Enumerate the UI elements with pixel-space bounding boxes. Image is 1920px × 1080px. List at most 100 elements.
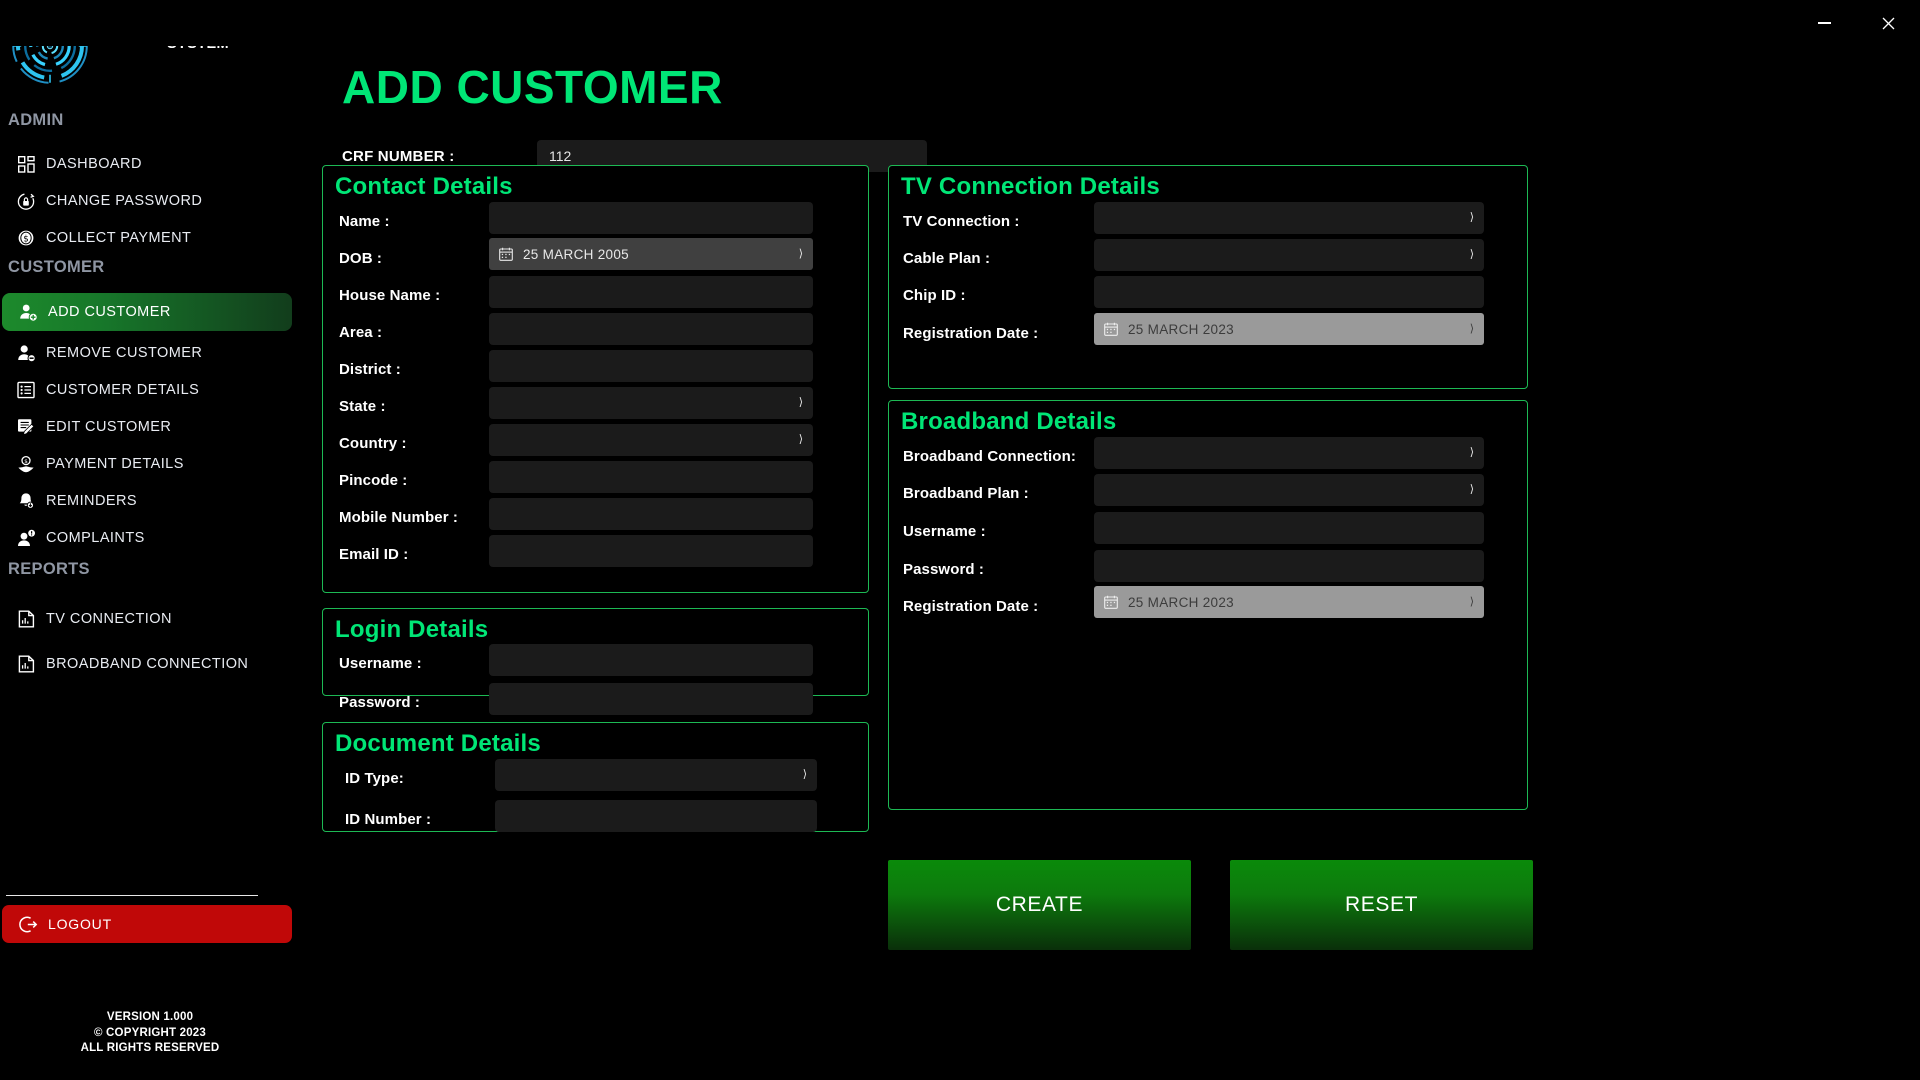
user-add-icon — [14, 303, 42, 322]
login-details-title: Login Details — [335, 616, 488, 644]
state-select-wrap: ⟩ — [489, 387, 813, 419]
sidebar-item-remove-customer[interactable]: REMOVE CUSTOMER — [0, 334, 316, 372]
report-chart-icon — [12, 655, 40, 673]
sidebar-item-customer-details[interactable]: CUSTOMER DETAILS — [0, 371, 316, 409]
logout-button[interactable]: LOGOUT — [2, 905, 292, 943]
sidebar-item-payment-details[interactable]: $ PAYMENT DETAILS — [0, 445, 316, 483]
broadband-connection-select[interactable] — [1094, 437, 1484, 469]
login-username-input[interactable] — [489, 644, 813, 676]
broadband-plan-select-wrap: ⟩ — [1094, 474, 1484, 506]
cable-plan-select[interactable] — [1094, 239, 1484, 271]
sidebar-item-label: TV CONNECTION — [46, 611, 172, 627]
sidebar-section-admin: ADMIN — [0, 111, 64, 130]
contact-details-title: Contact Details — [335, 173, 513, 201]
pincode-input[interactable] — [489, 461, 813, 493]
reset-button[interactable]: RESET — [1230, 860, 1533, 950]
id-number-label: ID Number : — [345, 811, 431, 828]
list-details-icon — [12, 381, 40, 399]
broadband-registration-date-value: 25 MARCH 2023 — [1128, 595, 1234, 610]
sidebar-section-reports: REPORTS — [0, 560, 90, 579]
broadband-plan-select[interactable] — [1094, 474, 1484, 506]
sidebar-item-reminders[interactable]: REMINDERS — [0, 482, 316, 520]
dob-datepicker[interactable]: 25 MARCH 2005 ⟩ — [489, 238, 813, 270]
minimize-button[interactable] — [1792, 0, 1856, 46]
chip-id-label: Chip ID : — [903, 287, 966, 304]
document-details-panel: Document Details ID Type: ⟩ ID Number : — [322, 722, 869, 832]
broadband-registration-datepicker[interactable]: 25 MARCH 2023 ⟩ — [1094, 586, 1484, 618]
chip-id-input[interactable] — [1094, 276, 1484, 308]
broadband-connection-label: Broadband Connection: — [903, 448, 1076, 465]
bell-icon — [12, 492, 40, 510]
email-id-label: Email ID : — [339, 546, 408, 563]
logout-label: LOGOUT — [48, 916, 112, 932]
main-content: ADD CUSTOMER CRF NUMBER : Contact Detail… — [320, 0, 1920, 1080]
sidebar-item-collect-payment[interactable]: $ COLLECT PAYMENT — [0, 219, 316, 257]
broadband-plan-label: Broadband Plan : — [903, 485, 1029, 502]
sidebar: CABLE TV MANAGEMENT SYSTEM ADMIN DASHBOA… — [0, 0, 320, 1080]
user-remove-icon — [12, 344, 40, 363]
chevron-down-icon: ⟩ — [1470, 324, 1474, 335]
broadband-username-label: Username : — [903, 523, 986, 540]
footer-rights: ALL RIGHTS RESERVED — [0, 1041, 300, 1057]
page-title: ADD CUSTOMER — [342, 60, 723, 114]
sidebar-divider — [6, 895, 258, 896]
mobile-number-input[interactable] — [489, 498, 813, 530]
tv-connection-details-title: TV Connection Details — [901, 173, 1160, 201]
area-label: Area : — [339, 324, 382, 341]
state-select[interactable] — [489, 387, 813, 419]
window-controls — [1792, 0, 1920, 46]
broadband-password-input[interactable] — [1094, 550, 1484, 582]
house-name-label: House Name : — [339, 287, 440, 304]
sidebar-item-edit-customer[interactable]: EDIT CUSTOMER — [0, 408, 316, 446]
area-input[interactable] — [489, 313, 813, 345]
tv-registration-datepicker[interactable]: 25 MARCH 2023 ⟩ — [1094, 313, 1484, 345]
broadband-details-title: Broadband Details — [901, 408, 1116, 436]
house-name-input[interactable] — [489, 276, 813, 308]
sidebar-section-customer: CUSTOMER — [0, 258, 105, 277]
contact-details-panel: Contact Details Name : DOB : 25 MARCH 20… — [322, 165, 869, 593]
user-alert-icon — [12, 529, 40, 548]
sidebar-item-add-customer[interactable]: ADD CUSTOMER — [2, 293, 292, 331]
broadband-details-panel: Broadband Details Broadband Connection: … — [888, 400, 1528, 810]
report-chart-icon — [12, 610, 40, 628]
close-button[interactable] — [1856, 0, 1920, 46]
sidebar-item-change-password[interactable]: CHANGE PASSWORD — [0, 182, 316, 220]
name-label: Name : — [339, 213, 390, 230]
sidebar-item-broadband-connection-report[interactable]: BROADBAND CONNECTION — [0, 645, 316, 683]
country-select[interactable] — [489, 424, 813, 456]
district-input[interactable] — [489, 350, 813, 382]
chevron-down-icon: ⟩ — [1470, 597, 1474, 608]
sidebar-item-complaints[interactable]: COMPLAINTS — [0, 519, 316, 557]
edit-document-icon — [12, 418, 40, 436]
dob-label: DOB : — [339, 250, 382, 267]
login-details-panel: Login Details Username : Password : — [322, 608, 869, 696]
id-type-select[interactable] — [495, 759, 817, 791]
id-number-input[interactable] — [495, 800, 817, 832]
app-window: CABLE TV MANAGEMENT SYSTEM ADMIN DASHBOA… — [0, 0, 1920, 1080]
broadband-password-label: Password : — [903, 561, 984, 578]
sidebar-item-label: BROADBAND CONNECTION — [46, 656, 248, 672]
mobile-number-label: Mobile Number : — [339, 509, 458, 526]
cable-plan-select-wrap: ⟩ — [1094, 239, 1484, 271]
district-label: District : — [339, 361, 401, 378]
sidebar-item-label: REMINDERS — [46, 493, 137, 509]
name-input[interactable] — [489, 202, 813, 234]
email-id-input[interactable] — [489, 535, 813, 567]
sidebar-item-tv-connection-report[interactable]: TV CONNECTION — [0, 600, 316, 638]
tv-registration-date-value: 25 MARCH 2023 — [1128, 322, 1234, 337]
sidebar-item-label: DASHBOARD — [46, 156, 142, 172]
login-password-input[interactable] — [489, 683, 813, 715]
footer-copyright: © COPYRIGHT 2023 — [0, 1026, 300, 1042]
sidebar-item-label: CUSTOMER DETAILS — [46, 382, 199, 398]
sidebar-item-dashboard[interactable]: DASHBOARD — [0, 145, 316, 183]
lock-refresh-icon — [12, 192, 40, 210]
dashboard-grid-icon — [12, 156, 40, 173]
create-button[interactable]: CREATE — [888, 860, 1191, 950]
tv-connection-details-panel: TV Connection Details TV Connection : ⟩ … — [888, 165, 1528, 389]
broadband-username-input[interactable] — [1094, 512, 1484, 544]
sidebar-item-label: EDIT CUSTOMER — [46, 419, 171, 435]
id-type-label: ID Type: — [345, 770, 404, 787]
hand-money-icon: $ — [12, 455, 40, 474]
tv-connection-select[interactable] — [1094, 202, 1484, 234]
footer-version: VERSION 1.000 — [0, 1010, 300, 1026]
